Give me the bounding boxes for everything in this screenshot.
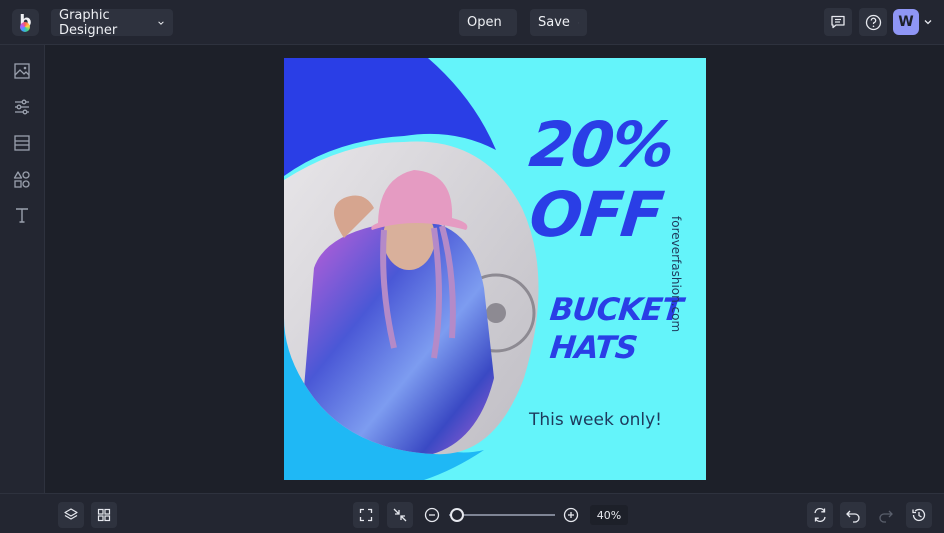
zoom-slider-handle[interactable] xyxy=(450,508,465,522)
mode-dropdown-label: Graphic Designer xyxy=(59,7,118,38)
image-icon[interactable] xyxy=(12,61,32,81)
chevron-down-icon xyxy=(578,22,579,23)
user-avatar[interactable]: W xyxy=(893,9,919,35)
help-icon xyxy=(865,14,881,30)
grid-icon xyxy=(97,508,111,522)
tagline-text: This week only! xyxy=(529,410,662,430)
zoom-value-field[interactable]: 40% xyxy=(590,505,628,525)
comment-icon xyxy=(831,15,845,29)
shrink-icon xyxy=(393,508,407,522)
save-menu-label: Save xyxy=(538,15,570,30)
replace-icon xyxy=(814,507,826,523)
text-icon[interactable] xyxy=(12,205,32,225)
off-headline: OFF xyxy=(526,178,666,251)
layers-icon xyxy=(64,508,78,520)
app-logo[interactable]: b xyxy=(12,9,39,36)
open-menu-label: Open xyxy=(467,15,502,30)
hats-subhead: HATS xyxy=(548,330,639,366)
layout-icon[interactable] xyxy=(12,133,32,153)
logo-color-dot xyxy=(20,22,30,32)
save-menu-button[interactable]: Save xyxy=(530,9,587,36)
fit-screen-button[interactable] xyxy=(353,502,379,528)
zoom-out-icon[interactable] xyxy=(424,507,440,523)
redo-icon xyxy=(879,510,893,523)
bottom-toolbar: 40% xyxy=(0,493,944,533)
grid-button[interactable] xyxy=(91,502,117,528)
history-icon xyxy=(912,508,926,522)
discount-headline: 20% xyxy=(526,108,677,181)
zoom-in-icon[interactable] xyxy=(563,507,579,523)
redo-button[interactable] xyxy=(873,502,899,528)
shapes-icon[interactable] xyxy=(12,169,32,189)
fit-screen-icon xyxy=(359,508,373,522)
zoom-slider-track[interactable] xyxy=(449,514,555,516)
shrink-button[interactable] xyxy=(387,502,413,528)
undo-button[interactable] xyxy=(840,502,866,528)
layers-button[interactable] xyxy=(58,502,84,528)
mode-dropdown[interactable]: Graphic Designer xyxy=(51,7,173,38)
design-canvas[interactable]: 20% OFF BUCKET HATS This week only! fore… xyxy=(284,58,706,480)
replace-button[interactable] xyxy=(807,502,833,528)
help-button[interactable] xyxy=(859,8,887,36)
history-button[interactable] xyxy=(906,502,932,528)
chevron-down-icon[interactable] xyxy=(923,17,933,27)
open-menu-button[interactable]: Open xyxy=(459,9,517,36)
website-text: foreverfashion.com xyxy=(669,216,683,333)
top-bar: b Graphic Designer Open Save W xyxy=(0,0,944,45)
left-sidebar xyxy=(0,45,45,493)
comment-button[interactable] xyxy=(824,8,852,36)
undo-icon xyxy=(846,510,860,523)
chevron-down-icon xyxy=(158,20,164,25)
sliders-icon[interactable] xyxy=(12,97,32,117)
bucket-subhead: BUCKET xyxy=(548,292,684,328)
